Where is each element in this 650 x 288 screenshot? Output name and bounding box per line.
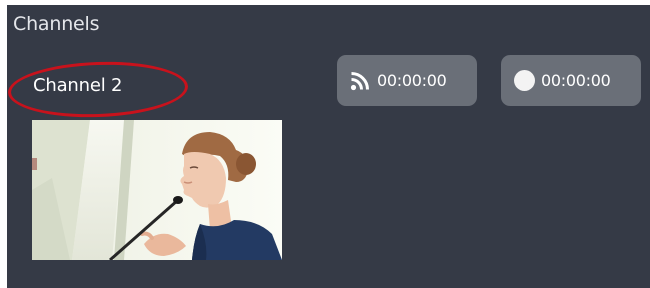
highlight-annotation	[7, 58, 189, 121]
feed-timer-value: 00:00:00	[377, 71, 447, 90]
channels-panel: Channels Channel 2 00:00:00 00:00:00	[7, 5, 650, 288]
feed-timer-badge[interactable]: 00:00:00	[337, 55, 477, 106]
record-timer-value: 00:00:00	[541, 71, 611, 90]
record-timer-badge[interactable]: 00:00:00	[501, 55, 641, 106]
video-thumbnail[interactable]	[32, 120, 282, 260]
panel-title: Channels	[13, 13, 100, 35]
rss-feed-icon	[349, 70, 371, 92]
record-circle-icon	[513, 70, 535, 92]
